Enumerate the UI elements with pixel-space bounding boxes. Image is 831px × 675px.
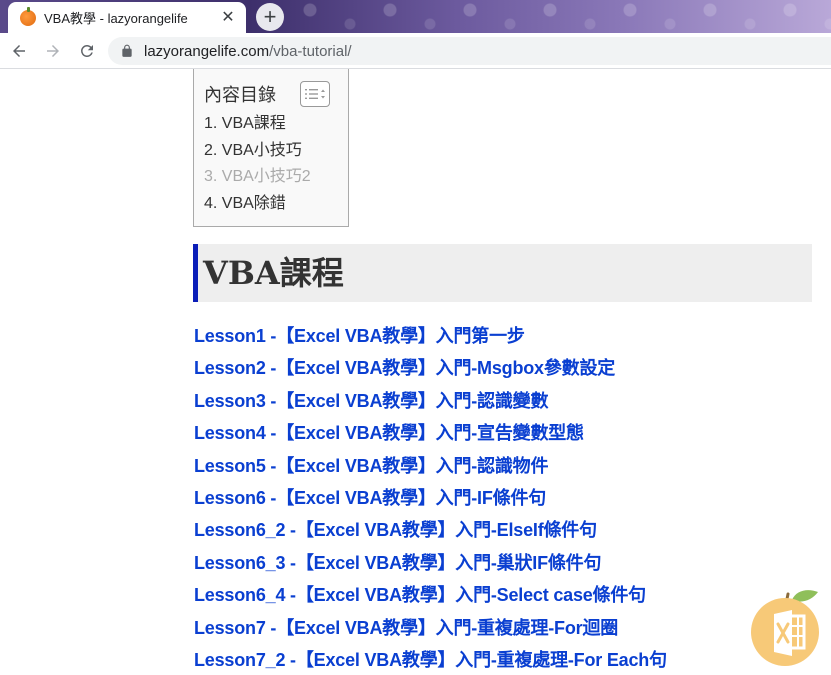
lesson-link-7-2[interactable]: Lesson7_2 -【Excel VBA教學】入門-重複處理-For Each…	[194, 650, 667, 670]
list-item: Lesson3 -【Excel VBA教學】入門-認識變數	[194, 387, 667, 419]
lesson-link-7[interactable]: Lesson7 -【Excel VBA教學】入門-重複處理-For迴圈	[194, 618, 618, 638]
excel-orange-button[interactable]	[748, 586, 822, 666]
table-of-contents: 內容目錄 1. VBA課程 2. VBA小技巧 3. VBA小技巧2 4. VB…	[193, 69, 349, 227]
tab-strip-background	[290, 0, 831, 33]
list-item: Lesson6_3 -【Excel VBA教學】入門-巢狀IF條件句	[194, 549, 667, 581]
lesson-link-6[interactable]: Lesson6 -【Excel VBA教學】入門-IF條件句	[194, 488, 546, 508]
arrow-left-icon	[13, 44, 25, 57]
address-bar[interactable]: lazyorangelife.com/vba-tutorial/	[108, 37, 831, 65]
list-icon	[305, 89, 325, 99]
list-item: Lesson5 -【Excel VBA教學】入門-認識物件	[194, 452, 667, 484]
browser-toolbar: lazyorangelife.com/vba-tutorial/	[0, 33, 831, 69]
section-title: VBA課程	[203, 254, 344, 292]
toc-item-vba-debug[interactable]: 4. VBA除錯	[204, 191, 338, 218]
new-tab-button[interactable]: +	[256, 3, 284, 31]
toc-item-vba-course[interactable]: 1. VBA課程	[204, 111, 338, 138]
close-tab-icon[interactable]: ✕	[220, 9, 236, 26]
excel-orange-icon	[751, 590, 819, 666]
list-item: Lesson6_2 -【Excel VBA教學】入門-ElseIf條件句	[194, 516, 667, 548]
reload-button[interactable]	[72, 36, 102, 66]
back-button[interactable]	[4, 36, 34, 66]
reload-icon	[81, 44, 93, 57]
toc-list: 1. VBA課程 2. VBA小技巧 3. VBA小技巧2 4. VBA除錯	[204, 111, 338, 217]
toc-item-vba-tips-2[interactable]: 3. VBA小技巧2	[204, 164, 338, 191]
url-text: lazyorangelife.com/vba-tutorial/	[144, 43, 352, 60]
list-item: Lesson1 -【Excel VBA教學】入門第一步	[194, 322, 667, 354]
section-heading: VBA課程	[193, 244, 812, 302]
url-path: /vba-tutorial/	[269, 42, 352, 60]
lesson-link-1[interactable]: Lesson1 -【Excel VBA教學】入門第一步	[194, 326, 525, 346]
toc-title: 內容目錄	[204, 85, 276, 105]
toc-item-vba-tips[interactable]: 2. VBA小技巧	[204, 138, 338, 165]
list-item: Lesson7 -【Excel VBA教學】入門-重複處理-For迴圈	[194, 614, 667, 646]
list-item: Lesson6 -【Excel VBA教學】入門-IF條件句	[194, 484, 667, 516]
lock-icon	[122, 44, 132, 57]
browser-tab[interactable]: VBA教學 - lazyorangelife ✕	[8, 2, 246, 33]
toc-header: 內容目錄	[204, 81, 338, 107]
toc-toggle-button[interactable]	[300, 81, 330, 107]
lesson-link-6-2[interactable]: Lesson6_2 -【Excel VBA教學】入門-ElseIf條件句	[194, 520, 597, 540]
tab-strip: VBA教學 - lazyorangelife ✕ +	[0, 0, 831, 33]
lesson-link-4[interactable]: Lesson4 -【Excel VBA教學】入門-宣告變數型態	[194, 423, 584, 443]
lesson-link-2[interactable]: Lesson2 -【Excel VBA教學】入門-Msgbox參數設定	[194, 358, 615, 378]
list-item: Lesson2 -【Excel VBA教學】入門-Msgbox參數設定	[194, 354, 667, 386]
tab-title: VBA教學 - lazyorangelife	[44, 11, 188, 26]
lesson-link-6-3[interactable]: Lesson6_3 -【Excel VBA教學】入門-巢狀IF條件句	[194, 553, 601, 573]
list-item: Lesson7_2 -【Excel VBA教學】入門-重複處理-For Each…	[194, 646, 667, 675]
arrow-right-icon	[47, 44, 59, 57]
list-item: Lesson4 -【Excel VBA教學】入門-宣告變數型態	[194, 419, 667, 451]
url-host: lazyorangelife.com	[144, 42, 270, 60]
lesson-link-3[interactable]: Lesson3 -【Excel VBA教學】入門-認識變數	[194, 391, 548, 411]
lesson-list: Lesson1 -【Excel VBA教學】入門第一步 Lesson2 -【Ex…	[194, 322, 667, 675]
orange-favicon-icon	[20, 6, 36, 26]
forward-button[interactable]	[38, 36, 68, 66]
lesson-link-5[interactable]: Lesson5 -【Excel VBA教學】入門-認識物件	[194, 456, 548, 476]
list-item: Lesson6_4 -【Excel VBA教學】入門-Select case條件…	[194, 581, 667, 613]
lesson-link-6-4[interactable]: Lesson6_4 -【Excel VBA教學】入門-Select case條件…	[194, 585, 646, 605]
